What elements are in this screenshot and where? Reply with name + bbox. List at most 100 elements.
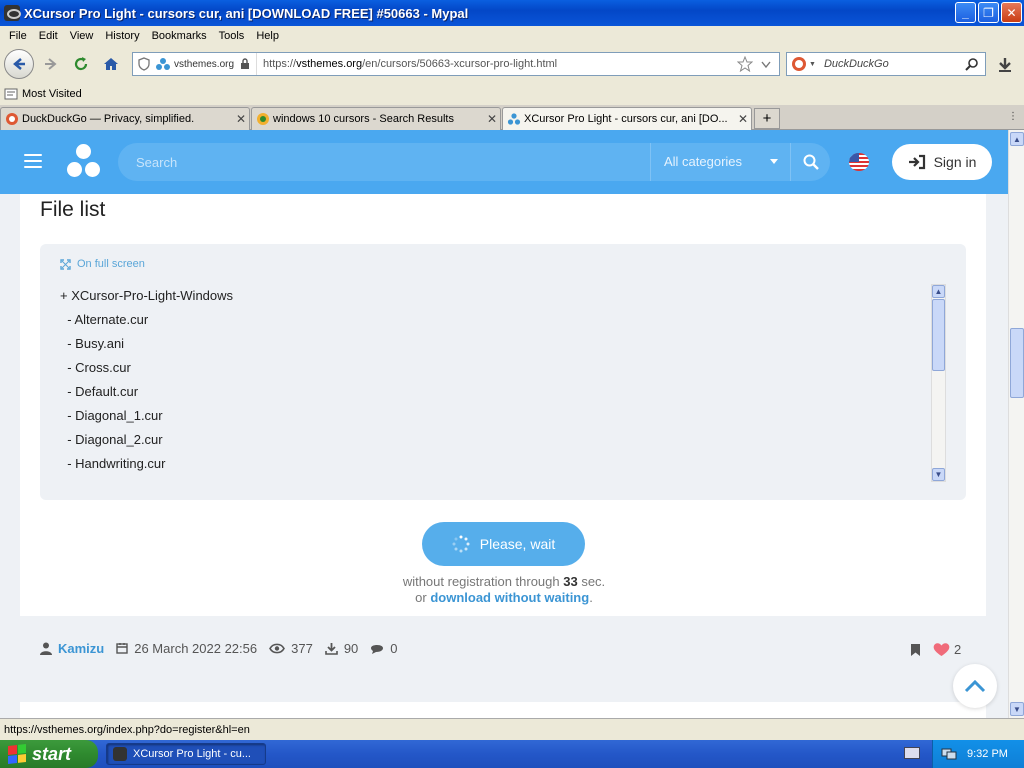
site-search-bar: All categories [118,143,830,181]
tab-duckduckgo[interactable]: DuckDuckGo — Privacy, simplified. ✕ [0,107,250,130]
file-tree-item: + XCursor-Pro-Light-Windows [60,288,234,303]
tab-close-icon[interactable]: ✕ [735,112,751,126]
period: . [589,590,593,605]
arrow-right-icon [45,58,57,70]
comments-card [20,702,986,718]
back-button[interactable] [4,49,34,79]
tab-close-icon[interactable]: ✕ [233,112,249,126]
comment-icon [371,644,384,654]
site-identity[interactable]: vsthemes.org [151,53,258,75]
user-icon [40,642,52,655]
tab-title: XCursor Pro Light - cursors cur, ani [DO… [524,113,728,125]
arrow-left-icon [13,58,25,70]
taskbar-window-item[interactable]: XCursor Pro Light - cu... [106,743,266,765]
language-flag-icon[interactable] [849,153,869,171]
file-tree-item: - Alternate.cur [60,312,149,327]
download-without-waiting-link[interactable]: download without waiting [430,590,589,605]
eye-icon [269,643,286,653]
lock-icon [241,58,250,69]
bookmark-icon[interactable] [910,643,921,657]
vsthemes-logo[interactable] [64,144,104,180]
comments-item: 0 [370,640,398,656]
scroll-up-icon[interactable]: ▲ [932,285,945,298]
search-divider [650,143,651,181]
category-select[interactable]: All categories [664,154,742,169]
tab-title: DuckDuckGo — Privacy, simplified. [22,113,195,125]
hamburger-menu-icon[interactable] [24,154,42,168]
site-search-input[interactable] [136,154,386,170]
wait-note-suffix: sec. [577,574,606,589]
web-content: All categories Sign in File list On full… [0,130,1008,718]
search-icon[interactable] [802,153,820,171]
calendar-icon [116,643,128,654]
tab-close-icon[interactable]: ✕ [484,112,500,126]
fullscreen-toggle[interactable]: On full screen [60,258,145,270]
tab-search-results[interactable]: windows 10 cursors - Search Results ✕ [251,107,501,130]
start-button[interactable]: start [0,740,98,768]
forward-button[interactable] [38,51,64,77]
menu-bar: File Edit View History Bookmarks Tools H… [0,26,1024,46]
scroll-up-icon[interactable]: ▲ [1010,132,1024,146]
close-button[interactable]: ✕ [1001,2,1022,23]
url-dropdown-icon[interactable] [761,61,771,69]
mypal-app-icon [113,747,127,761]
comments-count: 0 [390,640,398,656]
please-wait-button[interactable]: Please, wait [422,522,585,566]
reload-button[interactable] [68,51,94,77]
wait-note-prefix: without registration through [402,574,564,589]
search-icon[interactable] [965,57,979,71]
like-button[interactable]: 2 [933,642,961,657]
keyboard-layout-icon[interactable] [904,747,920,759]
scroll-to-top-button[interactable] [953,664,997,708]
url-path: /en/cursors/50663-xcursor-pro-light.html [362,58,558,70]
menu-file[interactable]: File [3,30,33,42]
duckduckgo-icon [792,57,806,71]
chevron-down-icon[interactable] [770,159,778,164]
scroll-thumb[interactable] [1010,328,1024,398]
menu-edit[interactable]: Edit [33,30,64,42]
heart-icon [933,643,950,656]
file-tree-item: - Handwriting.cur [60,456,166,471]
author-link[interactable]: Kamizu [58,641,104,656]
tab-list-icon[interactable]: ⋮ [1008,111,1018,122]
file-tree-item: - Busy.ani [60,336,125,351]
menu-bookmarks[interactable]: Bookmarks [146,30,213,42]
search-divider [790,143,791,181]
expand-icon [60,258,71,270]
file-list-box: On full screen + XCursor-Pro-Light-Windo… [40,244,966,500]
post-meta: Kamizu 26 March 2022 22:56 377 90 0 [40,638,970,658]
network-icon[interactable] [941,747,957,761]
scroll-down-icon[interactable]: ▼ [932,468,945,481]
most-visited-bookmark[interactable]: Most Visited [22,88,82,100]
windows-taskbar: start XCursor Pro Light - cu... 9:32 PM [0,740,1024,768]
menu-help[interactable]: Help [250,30,285,42]
likes-count: 2 [954,642,962,657]
new-tab-button[interactable]: + [754,108,780,129]
download-icon [325,642,338,655]
menu-view[interactable]: View [64,30,100,42]
page-scrollbar[interactable]: ▲ ▼ [1008,130,1024,718]
tab-xcursor[interactable]: XCursor Pro Light - cursors cur, ani [DO… [502,107,752,130]
shield-icon [138,57,150,71]
minimize-button[interactable]: _ [955,2,976,23]
url-text: https://vsthemes.org/en/cursors/50663-xc… [257,58,557,70]
search-bar[interactable]: ▼ DuckDuckGo [786,52,986,76]
site-identity-label: vsthemes.org [174,58,235,70]
file-tree-item: - Default.cur [60,384,139,399]
home-button[interactable] [98,51,124,77]
bookmark-star-icon[interactable] [737,56,753,72]
downloads-button[interactable] [992,54,1018,76]
clock[interactable]: 9:32 PM [967,748,1008,760]
scroll-thumb[interactable] [932,299,945,371]
menu-history[interactable]: History [99,30,145,42]
file-list-scrollbar[interactable]: ▲ ▼ [931,284,946,482]
post-actions: 2 [910,642,961,657]
sign-in-icon [908,154,925,170]
maximize-button[interactable]: ❐ [978,2,999,23]
menu-tools[interactable]: Tools [213,30,251,42]
vsthemes-favicon-icon [156,58,170,70]
url-bar[interactable]: vsthemes.org https://vsthemes.org/en/cur… [132,52,780,76]
scroll-down-icon[interactable]: ▼ [1010,702,1024,716]
file-list-title: File list [40,198,106,221]
sign-in-button[interactable]: Sign in [892,144,992,180]
